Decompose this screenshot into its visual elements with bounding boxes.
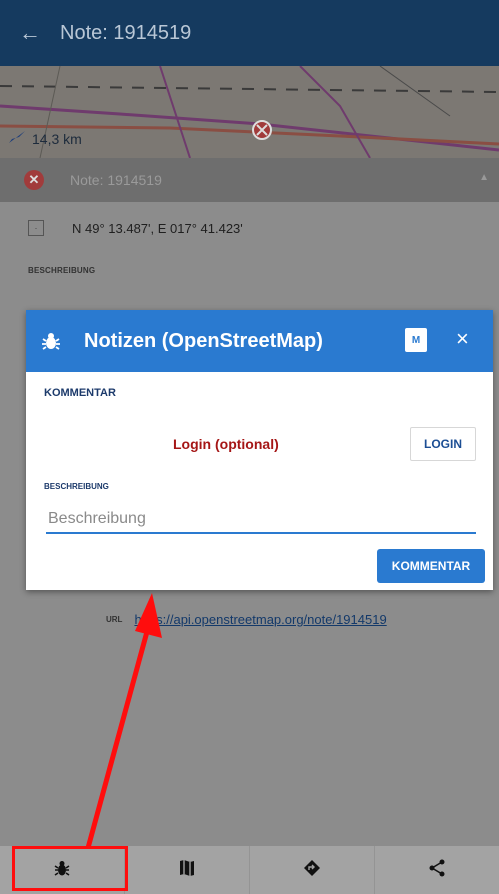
distance-text: 14,3 km — [32, 130, 82, 147]
coordinates-text: N 49° 13.487', E 017° 41.423' — [72, 220, 243, 236]
distance-indicator: 14,3 km — [8, 130, 82, 147]
comment-button[interactable]: KOMMENTAR — [377, 549, 485, 583]
subheader-title: Note: 1914519 — [70, 172, 162, 188]
dialog-title: Notizen (OpenStreetMap) — [84, 329, 323, 352]
comment-section-label: KOMMENTAR — [44, 387, 116, 399]
share-icon — [428, 859, 446, 882]
login-optional-text: Login (optional) — [173, 436, 279, 452]
navigate-icon — [303, 859, 321, 882]
url-row: URL https://api.openstreetmap.org/note/1… — [106, 612, 387, 627]
close-icon[interactable]: × — [456, 326, 469, 352]
note-close-icon: ✕ — [24, 170, 44, 190]
back-arrow-icon[interactable]: ← — [0, 20, 60, 46]
login-button[interactable]: LOGIN — [410, 427, 476, 461]
notes-dialog: Notizen (OpenStreetMap) M × KOMMENTAR Lo… — [26, 310, 493, 590]
tab-share[interactable] — [375, 846, 499, 894]
tab-map[interactable] — [125, 846, 250, 894]
collapse-icon[interactable]: ▲ — [479, 172, 489, 183]
direction-arrow-icon — [8, 130, 26, 147]
bug-icon — [40, 330, 62, 352]
dialog-header: Notizen (OpenStreetMap) M × — [26, 310, 493, 372]
tab-navigate[interactable] — [250, 846, 375, 894]
page-title: Note: 1914519 — [60, 21, 192, 44]
description-label: BESCHREIBUNG — [28, 266, 96, 275]
map-icon — [179, 859, 195, 882]
url-label: URL — [106, 615, 123, 624]
highlight-box — [12, 846, 128, 891]
description-input[interactable] — [46, 506, 476, 534]
url-link[interactable]: https://api.openstreetmap.org/note/19145… — [134, 612, 386, 627]
app-bar: ← Note: 1914519 — [0, 0, 499, 66]
map-badge-icon[interactable]: M — [405, 328, 427, 352]
coordinates-row: · N 49° 13.487', E 017° 41.423' — [28, 220, 243, 236]
coordinates-icon: · — [28, 220, 44, 236]
description-field-label: BESCHREIBUNG — [44, 482, 109, 491]
note-subheader: ✕ Note: 1914519 ▲ — [0, 158, 499, 202]
